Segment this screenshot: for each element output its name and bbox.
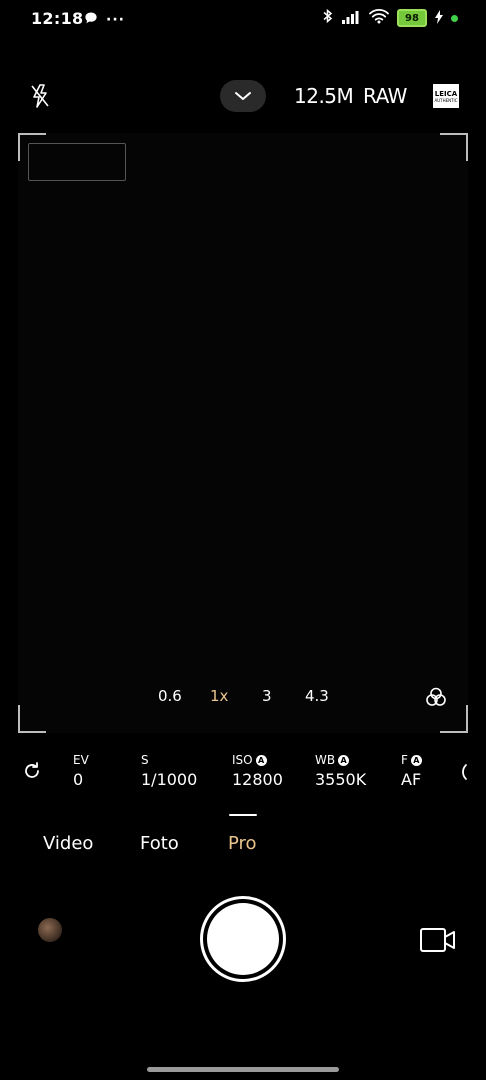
leica-mode-button[interactable]: LEICA AUTHENTIC xyxy=(433,84,459,108)
status-left-icons: ··· xyxy=(84,10,125,29)
auto-badge: A xyxy=(255,755,267,766)
auto-badge: A xyxy=(410,755,422,766)
auto-badge: A xyxy=(338,755,350,766)
shutter-button[interactable] xyxy=(200,896,286,982)
white-balance-value[interactable]: 3550K xyxy=(315,770,366,789)
histogram-preview xyxy=(28,143,126,181)
chevron-down-icon xyxy=(234,87,252,106)
reset-icon[interactable] xyxy=(22,761,42,785)
resolution-setting[interactable]: 12.5M xyxy=(294,84,354,108)
focus-value[interactable]: AF xyxy=(401,770,421,789)
video-camera-icon[interactable] xyxy=(419,926,457,958)
zoom-4-3-button[interactable]: 4.3 xyxy=(305,687,329,705)
mode-tab-video[interactable]: Video xyxy=(43,833,93,854)
zoom-0-6-button[interactable]: 0.6 xyxy=(158,687,182,705)
bluetooth-icon xyxy=(323,8,333,28)
status-time: 12:18 xyxy=(31,9,84,28)
iso-value[interactable]: 12800 xyxy=(232,770,283,789)
frame-corner xyxy=(18,705,46,733)
more-notifications-icon: ··· xyxy=(106,11,125,28)
raw-format-toggle[interactable]: RAW xyxy=(363,84,407,108)
status-right-icons: 98 xyxy=(323,8,458,28)
iso-label: ISO A xyxy=(232,753,267,767)
filters-icon[interactable] xyxy=(425,686,447,712)
battery-icon: 98 xyxy=(397,9,427,27)
mode-tab-foto[interactable]: Foto xyxy=(140,833,179,854)
chat-bubble-icon xyxy=(84,10,98,29)
zoom-3-button[interactable]: 3 xyxy=(262,687,272,705)
shutter-speed-value[interactable]: 1/1000 xyxy=(141,770,197,789)
ev-value[interactable]: 0 xyxy=(73,770,83,789)
shutter-button-inner xyxy=(207,903,279,975)
mode-tab-pro[interactable]: Pro xyxy=(228,833,257,854)
more-settings-button[interactable] xyxy=(220,80,266,112)
white-balance-label: WB A xyxy=(315,753,350,767)
ev-label: EV xyxy=(73,753,89,767)
privacy-indicator-dot xyxy=(451,14,458,22)
viewfinder[interactable] xyxy=(18,133,468,733)
frame-corner xyxy=(440,133,468,161)
zoom-1x-button[interactable]: 1x xyxy=(210,687,228,705)
wifi-icon xyxy=(369,8,389,28)
mode-indicator xyxy=(229,814,257,816)
leica-logo-text: LEICA xyxy=(434,89,458,98)
expand-params-icon[interactable] xyxy=(459,763,469,785)
gallery-thumbnail[interactable] xyxy=(38,918,62,942)
focus-label: FA xyxy=(401,753,422,767)
shutter-speed-label: S xyxy=(141,753,149,767)
home-indicator[interactable] xyxy=(147,1067,339,1072)
flash-off-icon[interactable] xyxy=(29,83,51,113)
charging-icon xyxy=(435,9,443,28)
signal-icon xyxy=(341,9,361,28)
leica-authentic-text: AUTHENTIC xyxy=(434,97,458,103)
